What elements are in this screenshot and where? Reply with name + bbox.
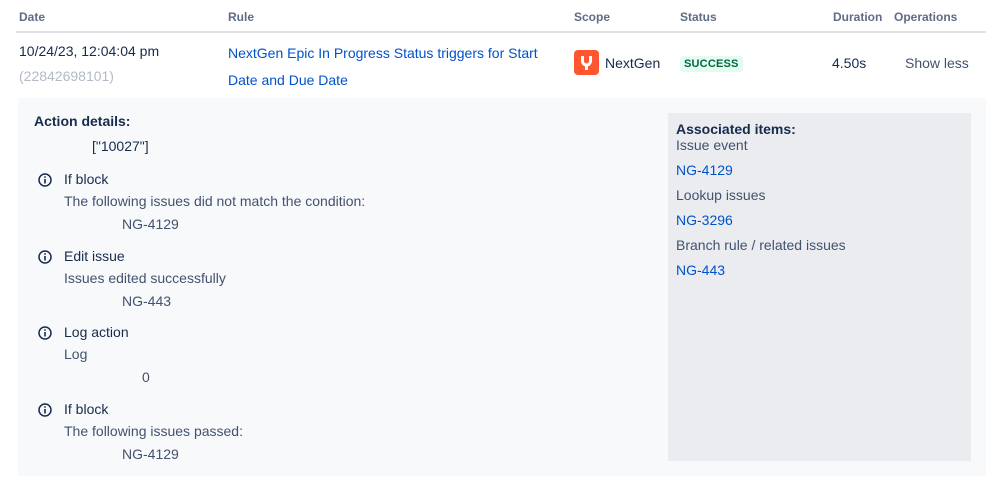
header-date: Date (19, 10, 46, 24)
log-item-description: Log (64, 346, 88, 362)
table-row: 10/24/23, 12:04:04 pm (22842698101) Next… (0, 33, 998, 98)
rule-link[interactable]: NextGen Epic In Progress Status triggers… (228, 40, 558, 94)
log-item-value: 0 (142, 369, 150, 385)
log-item-description: The following issues passed: (64, 423, 243, 439)
info-icon (38, 173, 52, 187)
associated-items-panel: Associated items: Issue event NG-4129 Lo… (668, 113, 971, 461)
log-item-value: NG-4129 (122, 216, 179, 232)
associated-issue-link[interactable]: NG-4129 (676, 162, 733, 178)
log-item-value: NG-4129 (122, 446, 179, 462)
log-item-title: Log action (64, 324, 129, 340)
associated-group-label: Branch rule / related issues (676, 237, 846, 253)
log-item-title: If block (64, 401, 109, 417)
header-status: Status (680, 10, 717, 24)
execution-id: (22842698101) (19, 68, 114, 84)
duration-value: 4.50s (832, 55, 867, 71)
info-icon (38, 403, 52, 417)
action-details-title: Action details: (34, 113, 131, 129)
info-icon (38, 326, 52, 340)
header-rule: Rule (228, 10, 255, 24)
log-item-title: If block (64, 171, 109, 187)
log-item-description: Issues edited successfully (64, 270, 226, 286)
log-item-title: Edit issue (64, 248, 125, 264)
scope-cell: NextGen (574, 50, 660, 75)
associated-issue-link[interactable]: NG-443 (676, 262, 725, 278)
project-icon (574, 50, 599, 75)
associated-group-label: Lookup issues (676, 187, 766, 203)
log-item-value: NG-443 (122, 293, 172, 309)
header-scope: Scope (574, 10, 611, 24)
info-icon (38, 250, 52, 264)
scope-name: NextGen (605, 54, 661, 71)
status-badge: SUCCESS (680, 56, 743, 72)
associated-issue-link[interactable]: NG-3296 (676, 212, 733, 228)
header-operations: Operations (894, 10, 958, 24)
action-details-value: ["10027"] (92, 138, 149, 154)
execution-date: 10/24/23, 12:04:04 pm (19, 43, 160, 59)
log-item-description: The following issues did not match the c… (64, 193, 366, 209)
details-panel: Action details: ["10027"] If block The f… (18, 98, 986, 476)
associated-items-title: Associated items: (676, 121, 796, 137)
associated-group-label: Issue event (676, 137, 748, 153)
header-duration: Duration (833, 10, 883, 24)
show-less-button[interactable]: Show less (905, 55, 969, 71)
